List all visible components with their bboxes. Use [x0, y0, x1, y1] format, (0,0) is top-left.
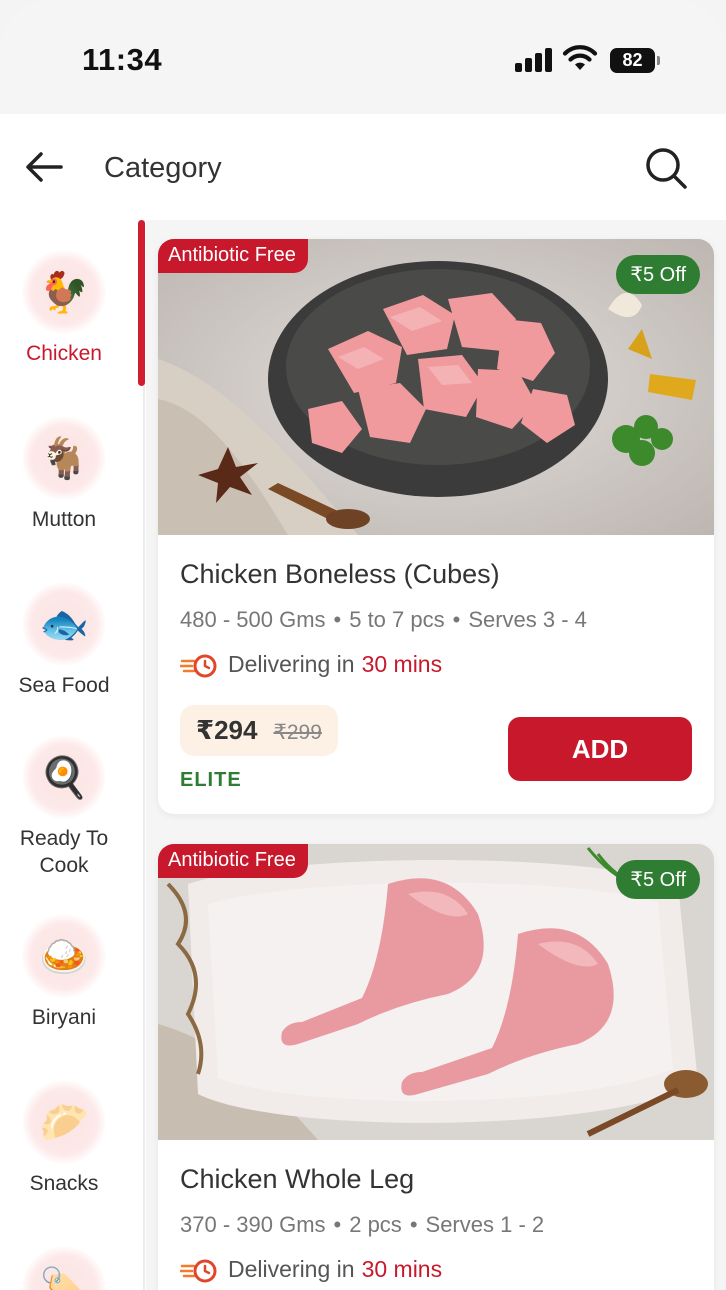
category-chicken[interactable]: 🐓 Chicken: [0, 250, 128, 367]
product-name: Chicken Whole Leg: [180, 1164, 415, 1194]
fast-delivery-icon: [180, 1259, 217, 1282]
category-sea-food[interactable]: 🐟 Sea Food: [0, 582, 128, 699]
value-combo-icon: 🏷️: [22, 1246, 106, 1290]
rooster-icon: 🐓: [22, 250, 106, 334]
category-ready-to-cook[interactable]: 🍳 Ready To Cook: [0, 735, 128, 879]
discount-badge: ₹5 Off: [616, 860, 700, 899]
product-name: Chicken Boneless (Cubes): [180, 559, 500, 589]
product-weight: 480 - 500 Gms: [180, 607, 326, 632]
antibiotic-free-badge: Antibiotic Free: [158, 239, 308, 273]
cellular-signal-icon: [515, 48, 553, 72]
category-label: Snacks: [29, 1172, 99, 1195]
product-card[interactable]: Antibiotic Free ₹5 Off Chicken Boneless …: [158, 239, 714, 814]
delivery-time: 30 mins: [361, 1256, 443, 1282]
biryani-icon: 🍛: [22, 914, 106, 998]
category-label: Mutton: [31, 508, 97, 531]
battery-icon: 82: [610, 48, 660, 73]
delivery-prefix: Delivering in: [228, 651, 355, 677]
snacks-icon: 🥟: [22, 1080, 106, 1164]
selling-price: ₹294: [196, 715, 258, 745]
product-pieces: 2 pcs: [349, 1212, 402, 1237]
back-arrow-icon[interactable]: [24, 150, 64, 184]
status-time: 11:34: [82, 42, 163, 77]
product-list: Antibiotic Free ₹5 Off Chicken Boneless …: [146, 220, 726, 1290]
product-serves: Serves 3 - 4: [468, 607, 587, 632]
battery-level: 82: [610, 48, 655, 73]
category-sidebar: 🐓 Chicken 🐐 Mutton 🐟 Sea Food 🍳 Ready To…: [0, 220, 145, 1290]
product-serves: Serves 1 - 2: [425, 1212, 545, 1237]
wifi-icon: [562, 45, 598, 70]
delivery-info: Delivering in 30 mins: [180, 651, 442, 678]
product-image: Antibiotic Free ₹5 Off: [158, 844, 714, 1140]
search-icon[interactable]: [644, 146, 688, 190]
delivery-info: Delivering in 30 mins: [180, 1256, 442, 1283]
delivery-prefix: Delivering in: [228, 1256, 355, 1282]
discount-badge: ₹5 Off: [616, 255, 700, 294]
product-pieces: 5 to 7 pcs: [349, 607, 445, 632]
goat-icon: 🐐: [22, 416, 106, 500]
active-category-indicator: [138, 220, 145, 386]
category-label: Sea Food: [18, 674, 110, 697]
product-weight: 370 - 390 Gms: [180, 1212, 326, 1237]
phone-screen: 11:34 82 Category 🐓 Chicken 🐐 Mutton 🐟 S…: [0, 0, 726, 1290]
pan-icon: 🍳: [22, 735, 106, 819]
category-label: Ready To Cook: [19, 827, 109, 877]
category-snacks[interactable]: 🥟 Snacks: [0, 1080, 128, 1197]
product-image: Antibiotic Free ₹5 Off: [158, 239, 714, 535]
antibiotic-free-badge: Antibiotic Free: [158, 844, 308, 878]
fish-icon: 🐟: [22, 582, 106, 666]
category-label: Biryani: [31, 1006, 97, 1029]
fast-delivery-icon: [180, 654, 217, 677]
product-details: 480 - 500 Gms • 5 to 7 pcs • Serves 3 - 4: [180, 607, 587, 632]
app-header: Category: [0, 114, 726, 220]
original-price: ₹299: [273, 721, 322, 744]
elite-label: ELITE: [180, 769, 242, 791]
price-box: ₹294 ₹299: [180, 705, 338, 756]
category-biryani[interactable]: 🍛 Biryani: [0, 914, 128, 1031]
delivery-time: 30 mins: [361, 651, 443, 677]
product-details: 370 - 390 Gms • 2 pcs • Serves 1 - 2: [180, 1212, 545, 1237]
category-label: Chicken: [26, 342, 102, 365]
status-bar: 11:34 82: [0, 0, 726, 114]
category-value-combo[interactable]: 🏷️: [0, 1246, 128, 1290]
product-card[interactable]: Antibiotic Free ₹5 Off Chicken Whole Leg…: [158, 844, 714, 1290]
category-mutton[interactable]: 🐐 Mutton: [0, 416, 128, 533]
page-title: Category: [104, 152, 222, 184]
add-button[interactable]: ADD: [508, 717, 692, 781]
